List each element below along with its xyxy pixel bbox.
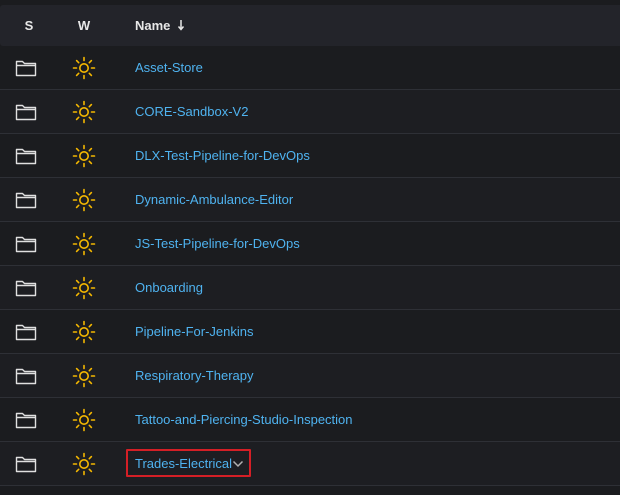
folder-icon (15, 412, 37, 429)
sun-icon (72, 320, 96, 344)
table-row: Asset-Store (0, 46, 620, 90)
folder-icon (15, 60, 37, 77)
column-header-status[interactable]: S (18, 5, 40, 46)
table-row: Tattoo-and-Piercing-Studio-Inspection (0, 398, 620, 442)
sun-icon (72, 188, 96, 212)
table-row: Pipeline-For-Jenkins (0, 310, 620, 354)
sun-icon (72, 144, 96, 168)
table-row: Respiratory-Therapy (0, 354, 620, 398)
folder-icon (15, 324, 37, 341)
sun-icon (72, 408, 96, 432)
job-name-link[interactable]: Onboarding (135, 266, 203, 309)
folder-icon (15, 236, 37, 253)
job-name-link[interactable]: JS-Test-Pipeline-for-DevOps (135, 222, 300, 265)
sun-icon (72, 364, 96, 388)
column-header-name[interactable]: Name (135, 5, 170, 46)
folder-icon (15, 456, 37, 473)
folder-icon (15, 148, 37, 165)
table-row: Trades-Electrical (0, 442, 620, 486)
folder-icon (15, 368, 37, 385)
job-name-link[interactable]: Dynamic-Ambulance-Editor (135, 178, 293, 221)
table-row: Onboarding (0, 266, 620, 310)
job-name-link[interactable]: Asset-Store (135, 46, 203, 89)
folder-icon (15, 104, 37, 121)
job-name-link[interactable]: Respiratory-Therapy (135, 354, 254, 397)
chevron-down-icon[interactable] (232, 460, 244, 468)
job-name-link[interactable]: Pipeline-For-Jenkins (135, 310, 254, 353)
folder-icon (15, 192, 37, 209)
sun-icon (72, 276, 96, 300)
sun-icon (72, 56, 96, 80)
job-name-link[interactable]: DLX-Test-Pipeline-for-DevOps (135, 134, 310, 177)
sun-icon (72, 232, 96, 256)
table-row: JS-Test-Pipeline-for-DevOps (0, 222, 620, 266)
job-name-link[interactable]: Tattoo-and-Piercing-Studio-Inspection (135, 398, 353, 441)
sun-icon (72, 100, 96, 124)
table-row: DLX-Test-Pipeline-for-DevOps (0, 134, 620, 178)
folder-icon (15, 280, 37, 297)
jobs-table: S W Name Asset-Store CORE-Sandbox-V2 DLX… (0, 0, 620, 495)
job-name-link[interactable]: CORE-Sandbox-V2 (135, 90, 248, 133)
table-row: Dynamic-Ambulance-Editor (0, 178, 620, 222)
table-row: CORE-Sandbox-V2 (0, 90, 620, 134)
column-header-weather[interactable]: W (72, 5, 96, 46)
sort-descending-icon[interactable] (176, 17, 186, 33)
table-body: Asset-Store CORE-Sandbox-V2 DLX-Test-Pip… (0, 46, 620, 486)
sun-icon (72, 452, 96, 476)
table-header: S W Name (0, 5, 620, 46)
